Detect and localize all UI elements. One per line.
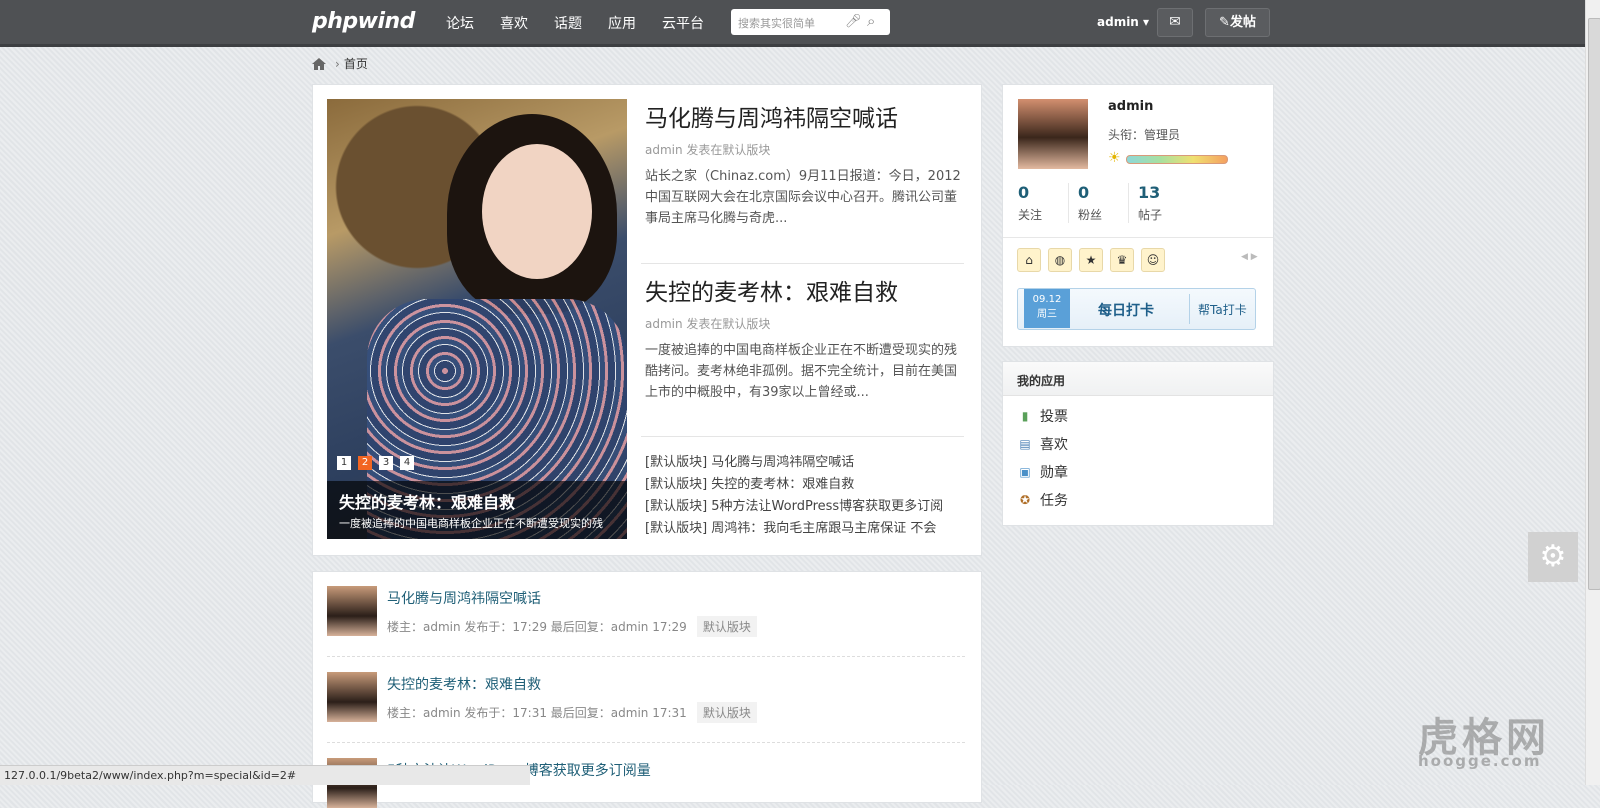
user-menu[interactable]: admin ▾ xyxy=(1097,15,1149,29)
breadcrumb-home[interactable]: 首页 xyxy=(344,55,368,72)
document-icon: ▤ xyxy=(1019,437,1031,451)
slider-caption-desc: 一度被追捧的中国电商样板企业正在不断遭受现实的残 xyxy=(339,517,603,530)
nav-app[interactable]: 应用 xyxy=(608,13,636,33)
article-summary: 一度被追捧的中国电商样板企业正在不断遭受现实的残酷拷问。麦考林绝非孤例。据不完全… xyxy=(645,343,958,400)
ribbon-icon: ✪ xyxy=(1019,493,1031,507)
home-medal-icon[interactable]: ⌂ xyxy=(1017,248,1041,272)
divider xyxy=(327,656,965,657)
picture-icon: ▣ xyxy=(1019,465,1031,479)
thread-meta: 楼主：admin 发布于：17:31 最后回复：admin 17:31 默认版块 xyxy=(387,702,757,723)
article-meta: admin 发表在默认版块 xyxy=(645,317,771,331)
profile-title: 头衔：管理员 xyxy=(1108,128,1181,142)
thread-meta: 楼主：admin 发布于：17:29 最后回复：admin 17:29 默认版块 xyxy=(387,616,757,637)
profile-name[interactable]: admin xyxy=(1108,99,1153,114)
post-button[interactable]: ✎发帖 xyxy=(1205,8,1270,37)
bar-chart-icon: ▮ xyxy=(1021,409,1029,423)
my-apps-title: 我的应用 xyxy=(1017,374,1066,388)
divider xyxy=(641,263,964,264)
watermark-url: hoogge.com xyxy=(1418,752,1542,770)
search-input[interactable]: 搜索其实很简单 🎤︎ ⌕ xyxy=(731,9,890,35)
main-nav: 论坛 喜欢 话题 应用 云平台 xyxy=(446,13,730,33)
chevron-right-icon: › xyxy=(335,56,340,71)
nav-like[interactable]: 喜欢 xyxy=(500,13,528,33)
vertical-scrollbar[interactable] xyxy=(1585,0,1600,785)
crown-medal-icon[interactable]: ♛ xyxy=(1110,248,1134,272)
article-title[interactable]: 马化腾与周鸿祎隔空喊话 xyxy=(645,99,965,133)
search-placeholder: 搜索其实很简单 xyxy=(738,17,815,30)
app-item-medal[interactable]: ▣ 勋章 xyxy=(1017,462,1068,482)
top-navbar: phpwind 论坛 喜欢 话题 应用 云平台 搜索其实很简单 🎤︎ ⌕ adm… xyxy=(0,0,1585,47)
thread-title[interactable]: 失控的麦考林：艰难自救 xyxy=(387,674,541,694)
my-apps-header: 我的应用 xyxy=(1003,362,1273,396)
divider xyxy=(1003,237,1273,238)
nav-topic[interactable]: 话题 xyxy=(554,13,582,33)
app-item-vote[interactable]: ▮ 投票 xyxy=(1017,406,1068,426)
featured-article: 失控的麦考林：艰难自救 admin 发表在默认版块 一度被追捧的中国电商样板企业… xyxy=(645,273,965,403)
divider xyxy=(641,436,964,437)
microphone-icon[interactable]: 🎤︎ xyxy=(845,14,862,29)
star-medal-icon[interactable]: ★ xyxy=(1079,248,1103,272)
stat-posts[interactable]: 13 帖子 xyxy=(1138,183,1188,223)
site-logo[interactable]: phpwind xyxy=(312,9,415,34)
status-bar-url: 127.0.0.1/9beta2/www/index.php?m=special… xyxy=(0,765,530,785)
checkin-date: 09.12 周三 xyxy=(1024,289,1070,328)
settings-gear-icon[interactable]: ⚙ xyxy=(1528,532,1578,582)
slider-caption-title[interactable]: 失控的麦考林：艰难自救 xyxy=(339,489,515,513)
home-icon[interactable] xyxy=(311,57,327,71)
avatar[interactable] xyxy=(1018,99,1088,169)
frog-medal-icon[interactable]: ☺ xyxy=(1141,248,1165,272)
cake-medal-icon[interactable]: ◍ xyxy=(1048,248,1072,272)
image-slider[interactable]: 1 2 3 4 失控的麦考林：艰难自救 一度被追捧的中国电商样板企业正在不断遭受… xyxy=(327,99,627,539)
slider-pagination: 1 2 3 4 xyxy=(337,456,421,470)
featured-article: 马化腾与周鸿祎隔空喊话 admin 发表在默认版块 站长之家（Chinaz.co… xyxy=(645,99,965,229)
post-list-item[interactable]: [默认版块] 周鸿祎：我向毛主席跟马主席保证 不会 xyxy=(645,518,965,540)
breadcrumb: › 首页 xyxy=(311,55,368,72)
post-list-item[interactable]: [默认版块] 马化腾与周鸿祎隔空喊话 xyxy=(645,452,965,474)
avatar[interactable] xyxy=(327,586,377,636)
article-summary: 站长之家（Chinaz.com）9月11日报道：今日，2012中国互联网大会在北… xyxy=(645,169,961,226)
envelope-icon: ✉ xyxy=(1169,14,1181,30)
medal-arrows-icon[interactable]: ◀ ▶ xyxy=(1241,252,1258,262)
scrollbar-thumb[interactable] xyxy=(1588,18,1600,590)
forum-tag[interactable]: 默认版块 xyxy=(696,616,757,637)
app-item-like[interactable]: ▤ 喜欢 xyxy=(1017,434,1068,454)
article-title[interactable]: 失控的麦考林：艰难自救 xyxy=(645,273,965,307)
app-item-task[interactable]: ✪ 任务 xyxy=(1017,490,1068,510)
slider-caption[interactable]: 失控的麦考林：艰难自救 一度被追捧的中国电商样板企业正在不断遭受现实的残 xyxy=(327,481,627,539)
search-icon[interactable]: ⌕ xyxy=(867,12,875,30)
checkin-button[interactable]: 09.12 周三 每日打卡 帮Ta打卡 xyxy=(1017,288,1256,330)
sun-icon: ☀ xyxy=(1108,150,1121,166)
stat-following[interactable]: 0 关注 xyxy=(1018,183,1068,223)
level-progress-bar xyxy=(1126,155,1228,164)
article-meta: admin 发表在默认版块 xyxy=(645,143,771,157)
slider-page-4[interactable]: 4 xyxy=(400,456,414,470)
post-list-item[interactable]: [默认版块] 失控的麦考林：艰难自救 xyxy=(645,474,965,496)
post-list: [默认版块] 马化腾与周鸿祎隔空喊话 [默认版块] 失控的麦考林：艰难自救 [默… xyxy=(645,452,965,540)
slider-page-3[interactable]: 3 xyxy=(379,456,393,470)
slider-page-1[interactable]: 1 xyxy=(337,456,351,470)
thread-title[interactable]: 马化腾与周鸿祎隔空喊话 xyxy=(387,588,541,608)
slider-page-2[interactable]: 2 xyxy=(358,456,372,470)
nav-forum[interactable]: 论坛 xyxy=(446,13,474,33)
post-list-item[interactable]: [默认版块] 5种方法让WordPress博客获取更多订阅 xyxy=(645,496,965,518)
nav-cloud[interactable]: 云平台 xyxy=(662,13,704,33)
forum-tag[interactable]: 默认版块 xyxy=(696,702,757,723)
help-checkin-link[interactable]: 帮Ta打卡 xyxy=(1198,301,1247,318)
checkin-label[interactable]: 每日打卡 xyxy=(1098,300,1154,320)
divider xyxy=(327,742,965,743)
stat-followers[interactable]: 0 粉丝 xyxy=(1078,183,1128,223)
message-button[interactable]: ✉ xyxy=(1157,8,1193,37)
avatar[interactable] xyxy=(327,672,377,722)
